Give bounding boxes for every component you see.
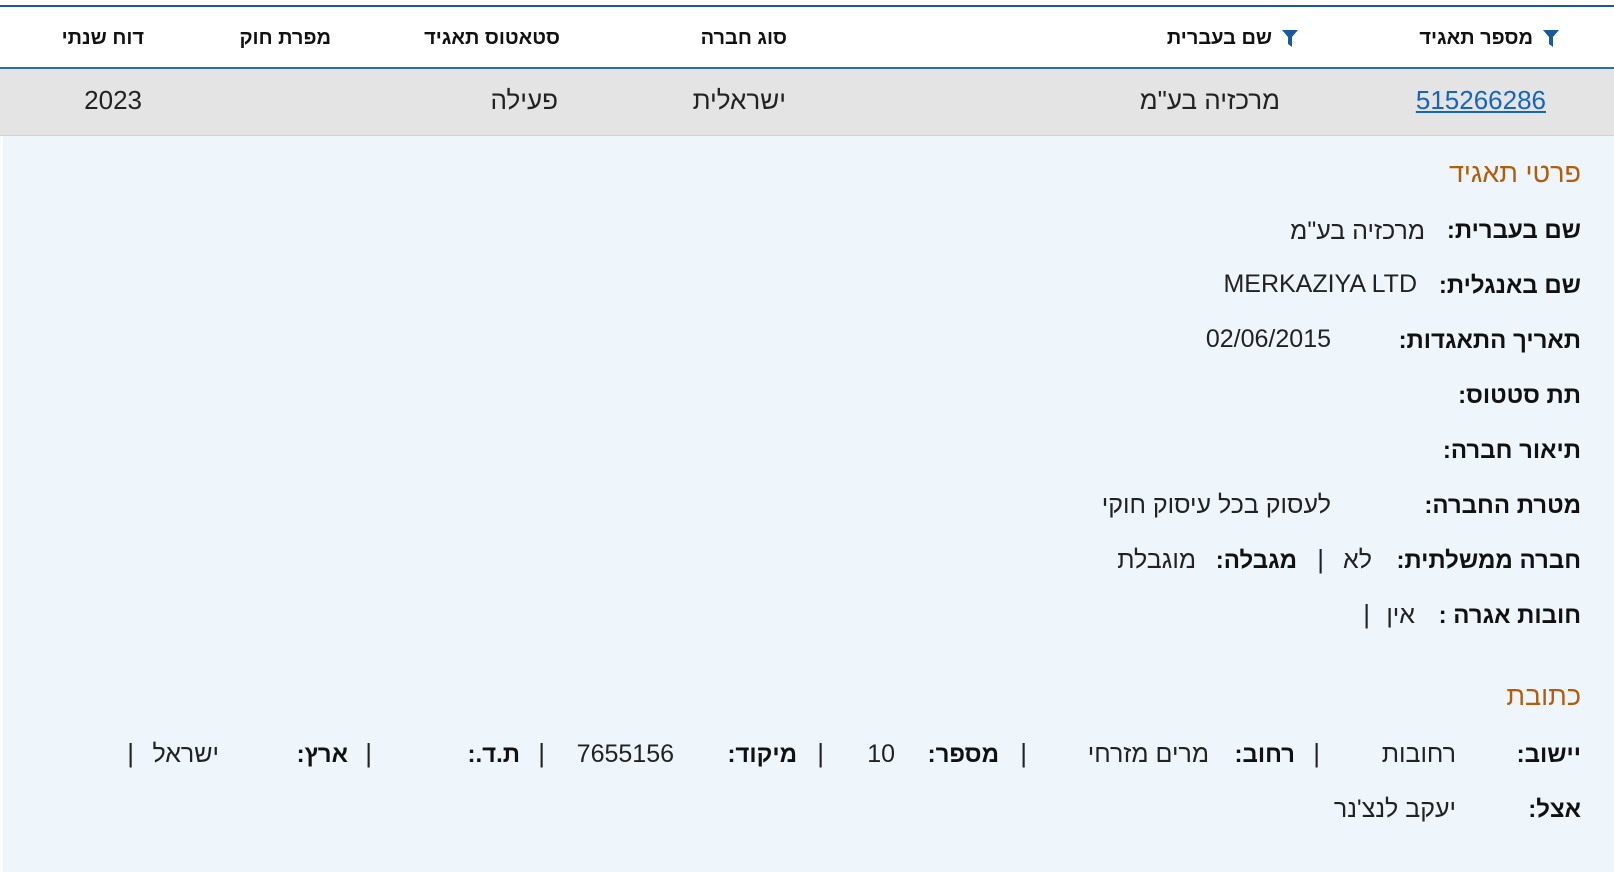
hebrew-name-label: שם בעברית: [1446,217,1581,244]
filter-icon[interactable] [1543,29,1559,48]
city-label: יישוב: [1516,741,1581,768]
street-value: מרים מזרחי [1087,740,1209,768]
government-company-label: חברה ממשלתית: [1396,547,1581,574]
number-value: 10 [867,740,895,768]
separator: | [538,738,545,768]
corp-number-link[interactable]: 515266286 [1416,85,1546,116]
cell-hebrew-name: מרכזיה בע"מ [1139,85,1280,115]
english-name-value: MERKAZIYA LTD [1223,270,1417,298]
company-description-label: תיאור חברה: [1442,437,1581,464]
corporation-details-panel: פרטי תאגיד שם בעברית: מרכזיה בע"מ שם באנ… [3,136,1614,872]
cell-corp-status: פעילה [490,85,558,115]
zip-label: מיקוד: [727,741,797,768]
fee-debts-label: חובות אגרה : [1438,602,1581,629]
care-of-value: יעקב לנצ'נר [1333,795,1456,823]
sub-status-label: תת סטטוס: [1458,382,1581,409]
table-row[interactable]: 515266286 מרכזיה בע"מ ישראלית פעילה 2023 [0,69,1614,136]
header-law-violator[interactable]: מפרת חוק [239,27,331,50]
hebrew-name-value: מרכזיה בע"מ [1290,217,1425,245]
separator: | [1363,599,1370,629]
header-corp-number-label: מספר תאגיד [1419,27,1533,49]
limited-label: מגבלה: [1215,547,1297,574]
country-label: ארץ: [296,741,348,768]
cell-annual-report: 2023 [84,85,142,115]
separator: | [1317,544,1324,574]
header-hebrew-name-label: שם בעברית [1166,27,1272,49]
separator: | [365,738,372,768]
header-corp-status-label: סטאטוס תאגיד [424,27,560,49]
header-company-type[interactable]: סוג חברה [701,27,787,50]
corporation-search-results: מספר תאגיד שם בעברית סוג חברה סטאטוס תאג… [0,0,1614,872]
header-hebrew-name[interactable]: שם בעברית [1167,27,1298,50]
header-annual-report-label: דוח שנתי [61,27,144,49]
header-corp-status[interactable]: סטאטוס תאגיד [424,27,560,50]
header-law-violator-label: מפרת חוק [239,27,331,49]
english-name-label: שם באנגלית: [1438,272,1581,299]
limited-value: מוגבלת [1117,546,1196,574]
separator: | [817,738,824,768]
company-purpose-label: מטרת החברה: [1424,492,1581,519]
cell-company-type: ישראלית [692,85,786,115]
pobox-label: ת.ד.: [467,741,520,768]
separator: | [1313,738,1320,768]
zip-value: 7655156 [576,740,674,768]
incorporation-date-value: 02/06/2015 [1205,325,1331,353]
results-table-header: מספר תאגיד שם בעברית סוג חברה סטאטוס תאג… [0,7,1614,67]
address-title: כתובת [1506,681,1581,711]
government-company-value: לא [1343,546,1372,574]
header-corp-number[interactable]: מספר תאגיד [1419,27,1559,50]
separator: | [127,738,134,768]
corporation-details-title: פרטי תאגיד [1448,158,1581,188]
incorporation-date-label: תאריך התאגדות: [1398,327,1581,354]
number-label: מספר: [927,741,999,768]
company-purpose-value: לעסוק בכל עיסוק חוקי [1101,491,1331,519]
country-value: ישראל [152,740,219,768]
fee-debts-value: אין [1386,601,1415,629]
street-label: רחוב: [1234,741,1295,768]
city-value: רחובות [1381,740,1456,768]
care-of-label: אצל: [1528,796,1581,823]
header-annual-report[interactable]: דוח שנתי [62,27,144,50]
filter-icon[interactable] [1282,29,1298,48]
header-company-type-label: סוג חברה [700,27,787,49]
separator: | [1020,738,1027,768]
